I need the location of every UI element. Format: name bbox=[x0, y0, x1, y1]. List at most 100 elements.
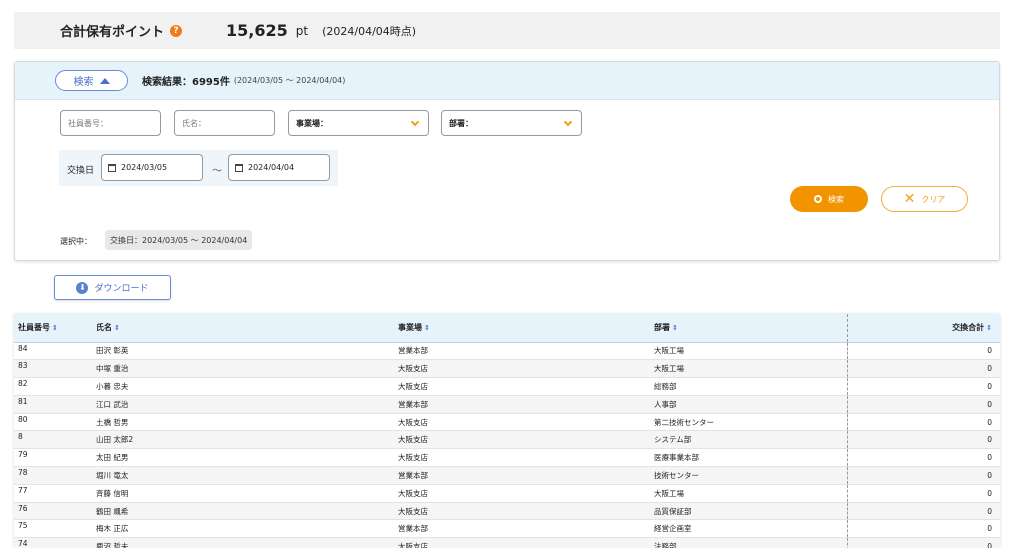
cell-employee-no: 81 bbox=[14, 395, 96, 414]
cell-department: 人事部 bbox=[654, 395, 848, 414]
sort-icon: ⇕ bbox=[672, 324, 678, 333]
total-points-bar: 合計保有ポイント ? 15,625 pt (2024/04/04時点) bbox=[14, 12, 1000, 49]
table-row[interactable]: 75 梅木 正広 営業本部 経営企画室 0 bbox=[14, 519, 1000, 539]
table-row[interactable]: 8 山田 太郎2 大阪支店 システム部 0 bbox=[14, 430, 1000, 450]
cell-department: 大阪工場 bbox=[654, 484, 848, 503]
cell-exchange-total: 0 bbox=[847, 537, 1000, 548]
sort-icon: ⇕ bbox=[986, 324, 992, 333]
cell-name: 田沢 彰英 bbox=[96, 342, 398, 361]
help-icon[interactable]: ? bbox=[170, 24, 183, 37]
calendar-icon bbox=[235, 163, 243, 172]
search-panel-header: 検索 検索結果：6995件 (2024/03/05 ～ 2024/04/04) bbox=[15, 62, 999, 100]
cell-department: 第二技術センター bbox=[654, 413, 848, 432]
download-button[interactable]: ⬇ ダウンロード bbox=[54, 275, 171, 300]
cell-office: 営業本部 bbox=[398, 466, 654, 485]
cell-exchange-total: 0 bbox=[847, 430, 1000, 450]
cell-office: 大阪支店 bbox=[398, 448, 654, 468]
search-result-range: (2024/03/05 ～ 2024/04/04) bbox=[233, 76, 346, 85]
cell-name: 山田 太郎2 bbox=[96, 430, 398, 450]
office-select[interactable]: 事業場： bbox=[288, 110, 429, 136]
cell-name: 太田 紀男 bbox=[96, 448, 398, 468]
cell-employee-no: 78 bbox=[14, 466, 96, 485]
table-row[interactable]: 77 斉藤 信明 大阪支店 大阪工場 0 bbox=[14, 484, 1000, 503]
cell-department: 医療事業本部 bbox=[654, 448, 848, 468]
cell-department: 大阪工場 bbox=[654, 342, 848, 361]
cell-employee-no: 76 bbox=[14, 502, 96, 521]
exchange-date-group: 交換日 2024/03/05 ～ 2024/04/04 bbox=[59, 150, 338, 186]
cell-department: システム部 bbox=[654, 430, 848, 450]
table-row[interactable]: 80 土橋 哲男 大阪支店 第二技術センター 0 bbox=[14, 413, 1000, 432]
table-row[interactable]: 78 堀川 竜太 営業本部 技術センター 0 bbox=[14, 466, 1000, 485]
date-to-value: 2024/04/04 bbox=[248, 163, 295, 172]
table-row[interactable]: 74 鹿沼 哲夫 大阪支店 法務部 0 bbox=[14, 537, 1000, 548]
search-toggle-button[interactable]: 検索 bbox=[55, 70, 128, 91]
column-header-department[interactable]: 部署 ⇕ bbox=[654, 314, 848, 343]
chevron-down-icon bbox=[563, 117, 573, 126]
department-select[interactable]: 部署： bbox=[441, 110, 582, 136]
table-header-row: 社員番号 ⇕ 氏名 ⇕ 事業場 ⇕ 部署 ⇕ 交換合計 ⇕ bbox=[14, 314, 1000, 343]
cell-name: 鶴田 颯希 bbox=[96, 502, 398, 521]
table-body: 84 田沢 彰英 営業本部 大阪工場 0 83 中塚 重治 大阪支店 大阪工場 0 82 小暮 忠夫大… bbox=[14, 342, 1000, 548]
cell-exchange-total: 0 bbox=[847, 359, 1000, 379]
table-row[interactable]: 76 鶴田 颯希 大阪支店 品質保証部 0 bbox=[14, 502, 1000, 521]
search-toggle-label: 検索 bbox=[73, 77, 94, 88]
cell-name: 堀川 竜太 bbox=[96, 466, 398, 485]
date-to-input[interactable]: 2024/04/04 bbox=[228, 154, 330, 181]
cell-employee-no: 8 bbox=[14, 430, 96, 450]
collapse-arrow-icon bbox=[99, 77, 110, 84]
cell-employee-no: 84 bbox=[14, 342, 96, 361]
name-input[interactable]: 氏名： bbox=[174, 110, 275, 136]
clear-button-label: クリア bbox=[921, 194, 946, 204]
cell-exchange-total: 0 bbox=[847, 377, 1000, 396]
column-header-name[interactable]: 氏名 ⇕ bbox=[96, 314, 398, 343]
calendar-icon bbox=[108, 163, 116, 172]
column-header-label: 交換合計 bbox=[952, 323, 985, 333]
search-button-label: 検索 bbox=[828, 194, 844, 204]
cell-office: 大阪支店 bbox=[398, 502, 654, 521]
table-row[interactable]: 82 小暮 忠夫 大阪支店 総務部 0 bbox=[14, 377, 1000, 396]
sort-icon: ⇕ bbox=[52, 324, 58, 333]
search-button[interactable]: 検索 bbox=[790, 186, 868, 212]
cell-office: 営業本部 bbox=[398, 519, 654, 539]
column-header-exchange-total[interactable]: 交換合計 ⇕ bbox=[847, 314, 1000, 343]
search-icon bbox=[814, 195, 822, 203]
cell-office: 営業本部 bbox=[398, 395, 654, 414]
column-header-label: 事業場 bbox=[398, 323, 422, 333]
selected-filters-label: 選択中： bbox=[60, 237, 92, 246]
cell-employee-no: 82 bbox=[14, 377, 96, 396]
cell-department: 総務部 bbox=[654, 377, 848, 396]
search-panel: 検索 検索結果：6995件 (2024/03/05 ～ 2024/04/04) … bbox=[14, 61, 1000, 261]
cell-exchange-total: 0 bbox=[847, 413, 1000, 432]
cell-department: 法務部 bbox=[654, 537, 848, 548]
cell-name: 斉藤 信明 bbox=[96, 484, 398, 503]
table-row[interactable]: 81 江口 武治 営業本部 人事部 0 bbox=[14, 395, 1000, 414]
clear-button[interactable]: ✕ クリア bbox=[881, 186, 968, 212]
cell-exchange-total: 0 bbox=[847, 466, 1000, 485]
cell-exchange-total: 0 bbox=[847, 342, 1000, 361]
cell-department: 品質保証部 bbox=[654, 502, 848, 521]
cell-employee-no: 74 bbox=[14, 537, 96, 548]
column-header-office[interactable]: 事業場 ⇕ bbox=[398, 314, 654, 343]
cell-name: 鹿沼 哲夫 bbox=[96, 537, 398, 548]
cell-exchange-total: 0 bbox=[847, 519, 1000, 539]
table-row[interactable]: 83 中塚 重治 大阪支店 大阪工場 0 bbox=[14, 359, 1000, 379]
sort-icon: ⇕ bbox=[424, 324, 430, 333]
selected-filter-chip: 交換日：2024/03/05 ～ 2024/04/04 bbox=[105, 230, 253, 250]
table-row[interactable]: 79 太田 紀男 大阪支店 医療事業本部 0 bbox=[14, 448, 1000, 468]
points-as-of-date: (2024/04/04時点) bbox=[322, 24, 417, 38]
cell-office: 大阪支店 bbox=[398, 484, 654, 503]
download-icon: ⬇ bbox=[76, 281, 89, 294]
employee-no-input[interactable]: 社員番号： bbox=[60, 110, 161, 136]
points-title: 合計保有ポイント bbox=[60, 25, 165, 40]
office-select-label: 事業場： bbox=[296, 118, 328, 128]
cell-exchange-total: 0 bbox=[847, 395, 1000, 414]
cell-department: 大阪工場 bbox=[654, 359, 848, 379]
column-header-employee-no[interactable]: 社員番号 ⇕ bbox=[14, 314, 96, 343]
table-row[interactable]: 84 田沢 彰英 営業本部 大阪工場 0 bbox=[14, 342, 1000, 361]
date-from-input[interactable]: 2024/03/05 bbox=[101, 154, 203, 181]
cell-office: 大阪支店 bbox=[398, 430, 654, 450]
cell-office: 大阪支店 bbox=[398, 377, 654, 396]
cell-name: 土橋 哲男 bbox=[96, 413, 398, 432]
cell-office: 大阪支店 bbox=[398, 359, 654, 379]
cell-employee-no: 77 bbox=[14, 484, 96, 503]
